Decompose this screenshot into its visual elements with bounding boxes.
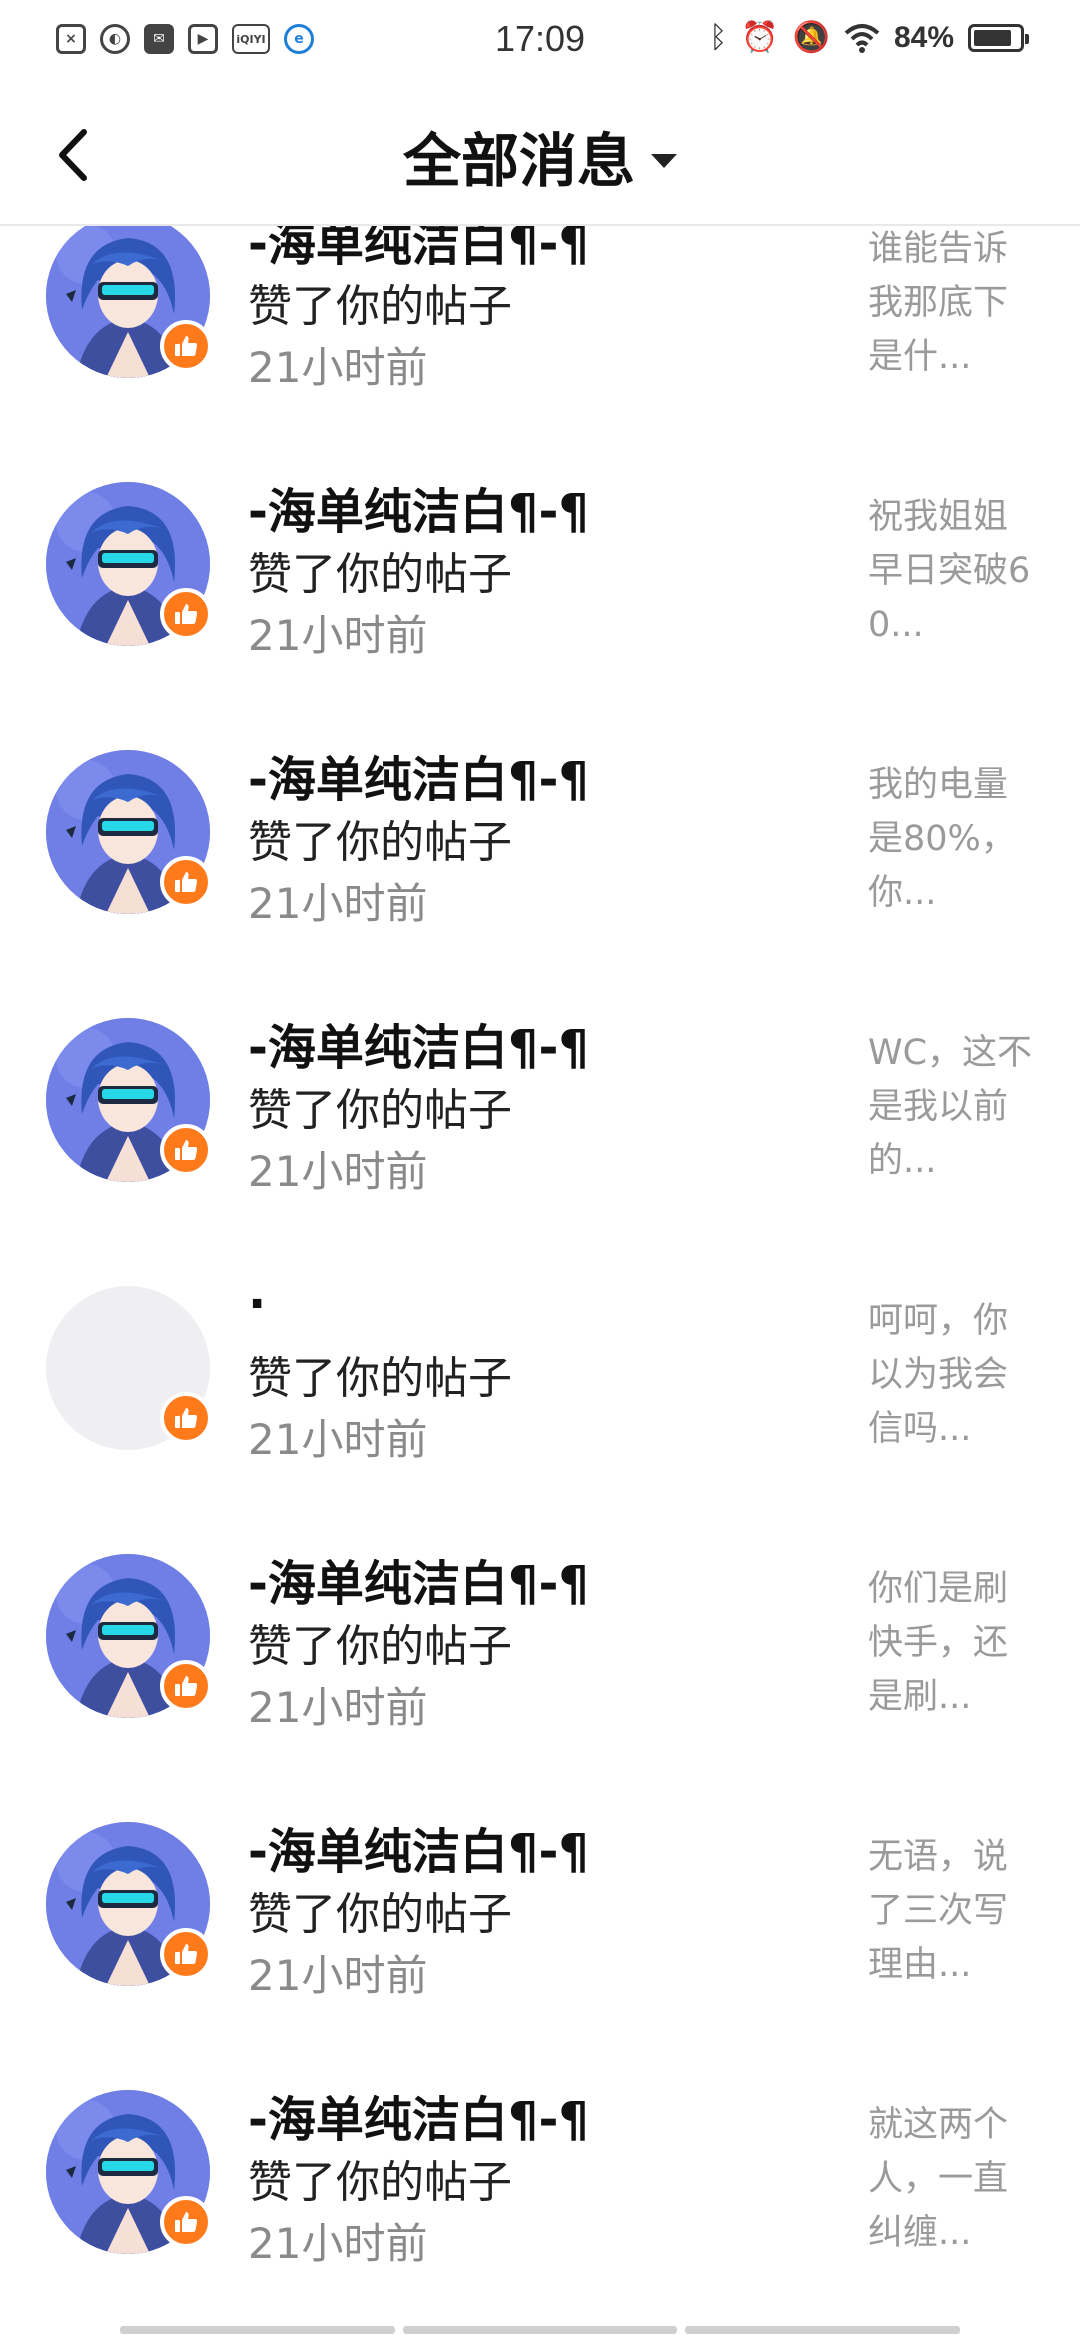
battery-percent: 84% [893,20,954,54]
thumbs-up-icon [175,872,198,892]
avatar-container[interactable] [46,1554,212,1718]
thumbs-up-icon [175,336,198,356]
like-badge [160,320,212,372]
mute-icon: 🔕 [792,21,830,54]
message-time: 21小时前 [248,2219,428,2268]
like-badge [160,1660,212,1712]
message-list-item[interactable]: -海单纯洁白¶-¶ 赞了你的帖子 21小时前 祝我姐姐早日突破60... [0,434,1080,702]
avatar-container[interactable] [46,750,212,914]
message-list-item[interactable]: -海单纯洁白¶-¶ 赞了你的帖子 21小时前 谁能告诉我那底下是什... [0,226,1080,434]
thumbs-up-icon [175,1944,198,1964]
message-time: 21小时前 [248,1147,428,1196]
message-action: 赞了你的帖子 [248,281,512,332]
message-time: 21小时前 [248,1951,428,2000]
post-preview[interactable]: 呵呵，你以为我会信吗... [868,1294,1038,1456]
top-app-bar: 全部消息 [0,84,1080,226]
page-title[interactable]: 全部消息 [403,114,635,198]
post-preview[interactable]: 祝我姐姐早日突破60... [868,490,1038,652]
gesture-bar-segment [402,2326,678,2334]
post-preview[interactable]: 我的电量是80%，你... [868,758,1038,920]
avatar-container[interactable] [46,226,212,378]
avatar-container[interactable] [46,482,212,646]
like-badge [160,588,212,640]
message-action: 赞了你的帖子 [248,1085,512,1136]
like-badge [160,2196,212,2248]
post-preview[interactable]: 你们是刷快手，还是刷... [868,1562,1038,1724]
message-action: 赞了你的帖子 [248,549,512,600]
like-badge [160,1392,212,1444]
wifi-icon [844,23,880,53]
alarm-icon: ⏰ [741,21,779,54]
sender-name[interactable]: -海单纯洁白¶-¶ [248,740,589,810]
thumbs-up-icon [175,1140,198,1160]
thumbs-up-icon [175,604,198,624]
message-time: 21小时前 [248,1415,428,1464]
sender-name[interactable]: -海单纯洁白¶-¶ [248,226,589,274]
message-list-item[interactable]: -海单纯洁白¶-¶ 赞了你的帖子 21小时前 就这两个人，一直纠缠... [0,2042,1080,2310]
like-badge [160,1928,212,1980]
sender-name[interactable]: · [248,1276,266,1332]
battery-fill [974,29,1011,46]
thumbs-up-icon [175,1408,198,1428]
message-list-item[interactable]: -海单纯洁白¶-¶ 赞了你的帖子 21小时前 你们是刷快手，还是刷... [0,1506,1080,1774]
message-action: 赞了你的帖子 [248,1621,512,1672]
message-list-item[interactable]: -海单纯洁白¶-¶ 赞了你的帖子 21小时前 无语，说了三次写理由... [0,1774,1080,2042]
message-filter-dropdown[interactable]: 全部消息 [0,114,1080,198]
sender-name[interactable]: -海单纯洁白¶-¶ [248,1812,589,1882]
message-list-content: -海单纯洁白¶-¶ 赞了你的帖子 21小时前 谁能告诉我那底下是什... -海单… [0,226,1080,2310]
sender-name[interactable]: -海单纯洁白¶-¶ [248,1008,589,1078]
thumbs-up-icon [175,1676,198,1696]
gesture-bar [120,2326,961,2334]
message-list-item[interactable]: · 赞了你的帖子 21小时前 呵呵，你以为我会信吗... [0,1238,1080,1506]
battery-icon [968,23,1029,52]
message-list[interactable]: -海单纯洁白¶-¶ 赞了你的帖子 21小时前 谁能告诉我那底下是什... -海单… [0,226,1080,2326]
post-preview[interactable]: 无语，说了三次写理由... [868,1830,1038,1992]
avatar-container[interactable] [46,1286,212,1450]
message-action: 赞了你的帖子 [248,2157,512,2208]
gesture-bar-segment [120,2326,395,2334]
message-list-item[interactable]: -海单纯洁白¶-¶ 赞了你的帖子 21小时前 WC，这不是我以前的... [0,970,1080,1238]
message-action: 赞了你的帖子 [248,817,512,868]
message-time: 21小时前 [248,611,428,660]
avatar-container[interactable] [46,1018,212,1182]
message-action: 赞了你的帖子 [248,1353,512,1404]
sender-name[interactable]: -海单纯洁白¶-¶ [248,472,589,542]
post-preview[interactable]: 谁能告诉我那底下是什... [868,226,1038,384]
like-badge [160,856,212,908]
caret-down-icon[interactable] [651,154,677,168]
post-preview[interactable]: 就这两个人，一直纠缠... [868,2098,1038,2260]
avatar-container[interactable] [46,1822,212,1986]
like-badge [160,1124,212,1176]
message-action: 赞了你的帖子 [248,1889,512,1940]
message-time: 21小时前 [248,1683,428,1732]
message-time: 21小时前 [248,343,428,392]
thumbs-up-icon [175,2212,198,2232]
status-bar: × ◐ ✉ ▶ iQIYI e 17:09 ᛒ ⏰ 🔕 84% [0,0,1080,84]
sender-name[interactable]: -海单纯洁白¶-¶ [248,1544,589,1614]
message-time: 21小时前 [248,879,428,928]
avatar-container[interactable] [46,2090,212,2254]
bluetooth-icon: ᛒ [709,20,728,54]
message-list-item[interactable]: -海单纯洁白¶-¶ 赞了你的帖子 21小时前 我的电量是80%，你... [0,702,1080,970]
sender-name[interactable]: -海单纯洁白¶-¶ [248,2080,589,2150]
post-preview[interactable]: WC，这不是我以前的... [868,1026,1038,1188]
gesture-bar-segment [685,2326,961,2334]
system-status-icons: ᛒ ⏰ 🔕 84% [709,20,1029,55]
